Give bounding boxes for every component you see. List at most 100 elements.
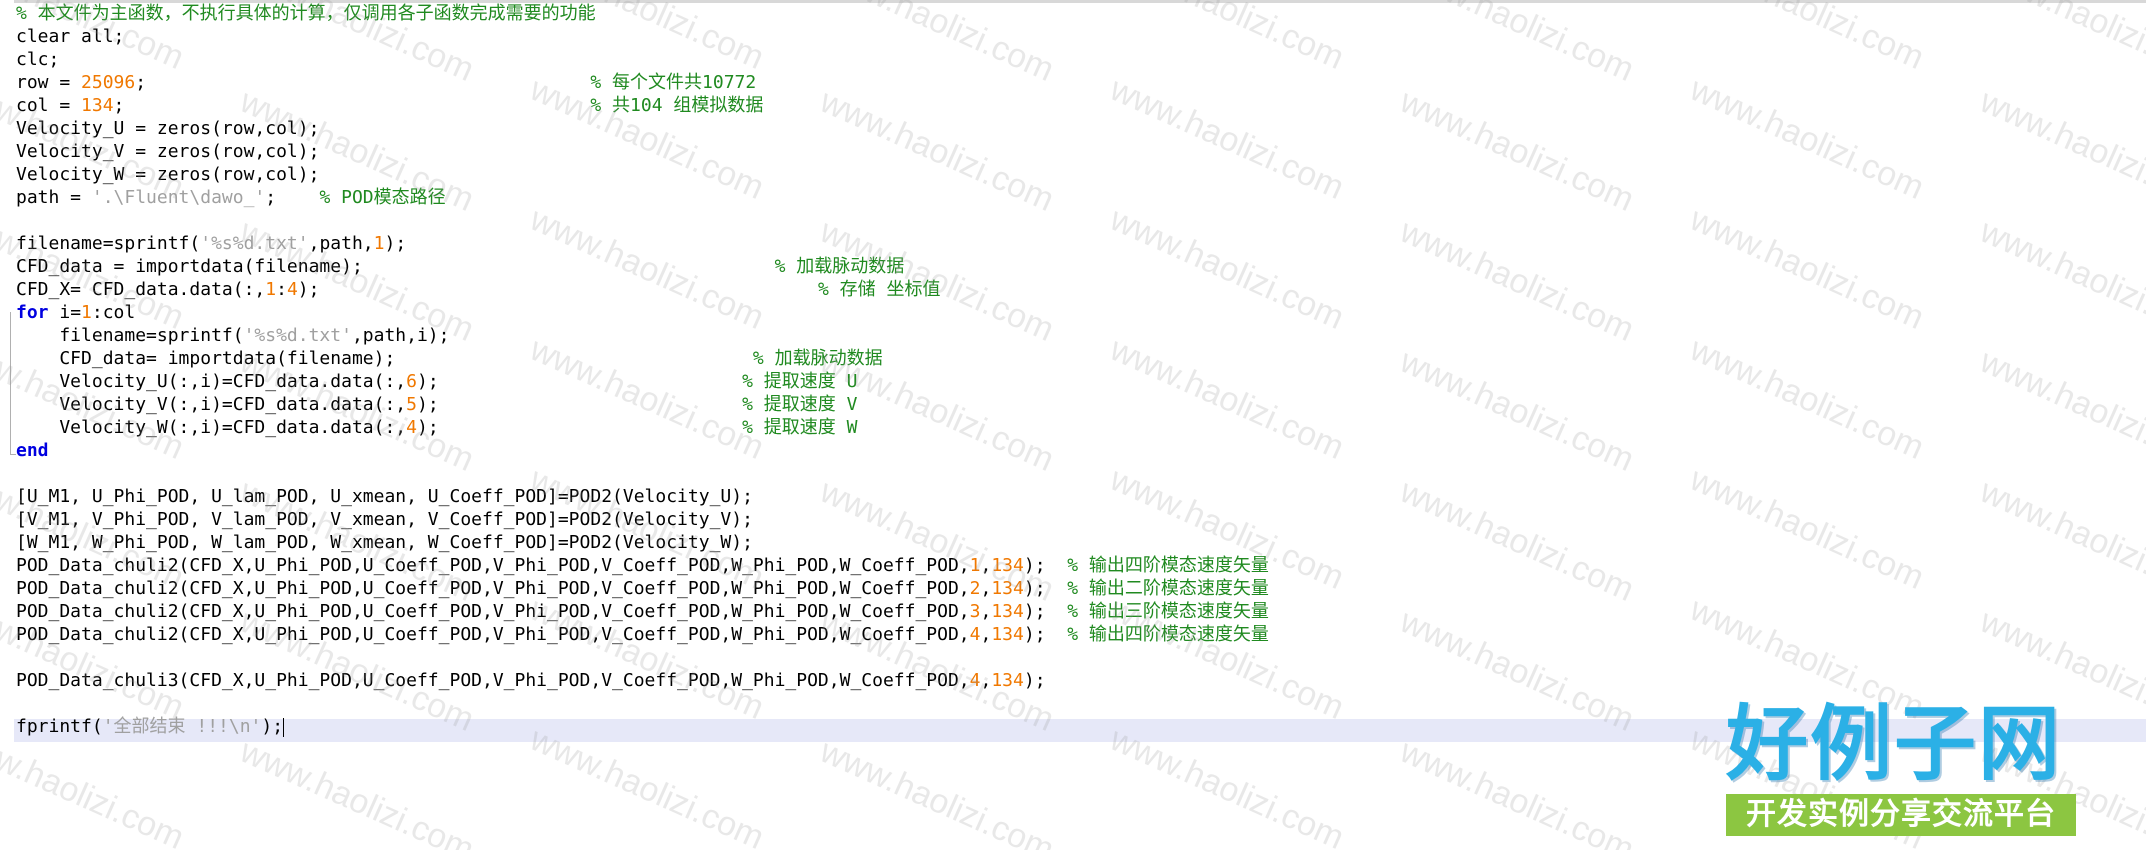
code-editor[interactable]: % 本文件为主函数，不执行具体的计算，仅调用各子函数完成需要的功能 clear a…	[0, 0, 2146, 850]
code-text: POD_Data_chuli2(CFD_X,U_Phi_POD,U_Coeff_…	[16, 555, 970, 576]
code-number: 134	[81, 95, 114, 116]
code-number: 1	[969, 555, 981, 576]
code-text: Velocity_U = zeros(row,col);	[16, 118, 320, 139]
code-line[interactable]: Velocity_W = zeros(row,col);	[16, 163, 1269, 186]
code-line[interactable]: clc;	[16, 48, 1269, 71]
code-comment: % 加载脉动数据	[752, 348, 883, 369]
code-number: 3	[969, 601, 981, 622]
code-number: 1	[265, 279, 277, 300]
code-text: ,	[980, 601, 992, 622]
code-line[interactable]	[16, 209, 1269, 232]
code-number: 134	[991, 624, 1024, 645]
watermark-text: www.haolizi.com	[1974, 342, 2146, 479]
code-comment: % 输出二阶模态速度矢量	[1067, 578, 1269, 599]
watermark-text: www.haolizi.com	[1394, 82, 1640, 219]
code-line[interactable]: path = '.\Fluent\dawo_'; % POD模态路径	[16, 186, 1269, 209]
code-text: ;	[135, 72, 591, 93]
watermark-text: www.haolizi.com	[1394, 212, 1640, 349]
code-number: 4	[406, 417, 417, 438]
code-number: 134	[991, 601, 1024, 622]
code-line[interactable]	[16, 646, 1269, 669]
code-line[interactable]: Velocity_W(:,i)=CFD_data.data(:,4); % 提取…	[16, 416, 1269, 439]
code-line[interactable]: filename=sprintf('%s%d.txt',path,1);	[16, 232, 1269, 255]
code-line[interactable]: CFD_data= importdata(filename); % 加载脉动数据	[16, 347, 1269, 370]
code-comment: % 加载脉动数据	[774, 256, 905, 277]
code-number: 1	[373, 233, 385, 254]
code-line[interactable]: end	[16, 439, 1269, 462]
code-line[interactable]: POD_Data_chuli2(CFD_X,U_Phi_POD,U_Coeff_…	[16, 554, 1269, 577]
code-text: [W_M1, W_Phi_POD, W_lam_POD, W_xmean, W_…	[16, 532, 753, 553]
code-line[interactable]: % 本文件为主函数，不执行具体的计算，仅调用各子函数完成需要的功能	[16, 2, 1269, 25]
code-text: CFD_data = importdata(filename);	[16, 256, 775, 277]
code-text: row =	[16, 72, 82, 93]
watermark-text: www.haolizi.com	[1974, 0, 2146, 89]
code-line[interactable]: col = 134; % 共104 组模拟数据	[16, 94, 1269, 117]
code-number: 6	[406, 371, 417, 392]
code-line[interactable]: POD_Data_chuli2(CFD_X,U_Phi_POD,U_Coeff_…	[16, 623, 1269, 646]
watermark-text: www.haolizi.com	[234, 732, 480, 850]
text-caret	[283, 717, 285, 737]
code-text: );	[1023, 601, 1068, 622]
watermark-text: www.haolizi.com	[1974, 472, 2146, 609]
code-line[interactable]: fprintf('全部结束 !!!\n');	[16, 715, 1269, 738]
code-text: fprintf(	[16, 716, 103, 737]
code-line[interactable]: row = 25096; % 每个文件共10772	[16, 71, 1269, 94]
watermark-text: www.haolizi.com	[1394, 732, 1640, 850]
code-line[interactable]	[16, 462, 1269, 485]
code-number: 134	[991, 555, 1024, 576]
code-comment: % 输出四阶模态速度矢量	[1067, 555, 1269, 576]
code-number: 25096	[81, 72, 136, 93]
code-text: Velocity_W = zeros(row,col);	[16, 164, 320, 185]
code-line[interactable]: clear all;	[16, 25, 1269, 48]
code-text: CFD_data= importdata(filename);	[16, 348, 753, 369]
code-line[interactable]: [U_M1, U_Phi_POD, U_lam_POD, U_xmean, U_…	[16, 485, 1269, 508]
code-comment: % 共104 组模拟数据	[590, 95, 764, 116]
code-text-area[interactable]: % 本文件为主函数，不执行具体的计算，仅调用各子函数完成需要的功能 clear a…	[16, 2, 1269, 738]
code-comment: % 输出三阶模态速度矢量	[1067, 601, 1269, 622]
editor-gutter	[0, 0, 16, 850]
code-number: 134	[991, 670, 1024, 691]
code-text: );	[1023, 578, 1068, 599]
watermark-text: www.haolizi.com	[1684, 460, 1930, 597]
code-number: 5	[406, 394, 417, 415]
code-string: '%s%d.txt'	[200, 233, 309, 254]
fold-marker-line[interactable]	[10, 312, 11, 454]
code-line[interactable]: for i=1:col	[16, 301, 1269, 324]
code-line[interactable]: [V_M1, V_Phi_POD, V_lam_POD, V_xmean, V_…	[16, 508, 1269, 531]
code-text: Velocity_W(:,i)=CFD_data.data(:,	[16, 417, 407, 438]
code-number: 2	[969, 578, 981, 599]
code-comment: % 提取速度 U	[742, 371, 858, 392]
code-line[interactable]: CFD_X= CFD_data.data(:,1:4); % 存储 坐标值	[16, 278, 1269, 301]
code-line[interactable]: filename=sprintf('%s%d.txt',path,i);	[16, 324, 1269, 347]
code-text: );	[261, 716, 284, 737]
code-comment: % 存储 坐标值	[817, 279, 941, 300]
watermark-text: www.haolizi.com	[1684, 0, 1930, 77]
code-line[interactable]: Velocity_U(:,i)=CFD_data.data(:,6); % 提取…	[16, 370, 1269, 393]
code-number: 134	[991, 578, 1024, 599]
code-line[interactable]: Velocity_V(:,i)=CFD_data.data(:,5); % 提取…	[16, 393, 1269, 416]
watermark-text: www.haolizi.com	[1684, 70, 1930, 207]
code-line[interactable]: Velocity_V = zeros(row,col);	[16, 140, 1269, 163]
code-text: [V_M1, V_Phi_POD, V_lam_POD, V_xmean, V_…	[16, 509, 753, 530]
code-line[interactable]: POD_Data_chuli2(CFD_X,U_Phi_POD,U_Coeff_…	[16, 577, 1269, 600]
logo-title: 好例子网	[1726, 700, 2063, 790]
code-line[interactable]: [W_M1, W_Phi_POD, W_lam_POD, W_xmean, W_…	[16, 531, 1269, 554]
code-line[interactable]: Velocity_U = zeros(row,col);	[16, 117, 1269, 140]
code-number: 4	[969, 670, 981, 691]
watermark-text: www.haolizi.com	[1394, 0, 1640, 89]
code-string: '%s%d.txt'	[243, 325, 352, 346]
code-line[interactable]: POD_Data_chuli3(CFD_X,U_Phi_POD,U_Coeff_…	[16, 669, 1269, 692]
code-text: ,	[980, 624, 992, 645]
code-text: filename=sprintf(	[16, 325, 244, 346]
code-text: );	[416, 371, 743, 392]
code-text: Velocity_U(:,i)=CFD_data.data(:,	[16, 371, 407, 392]
code-line[interactable]: POD_Data_chuli2(CFD_X,U_Phi_POD,U_Coeff_…	[16, 600, 1269, 623]
code-string: '全部结束 !!!\n'	[102, 716, 262, 737]
code-number: 4	[969, 624, 981, 645]
code-comment: % 每个文件共10772	[590, 72, 757, 93]
code-text: ,	[980, 555, 992, 576]
code-comment: % POD模态路径	[319, 187, 446, 208]
code-line[interactable]	[16, 692, 1269, 715]
code-text: ,path,	[308, 233, 374, 254]
code-line[interactable]: CFD_data = importdata(filename); % 加载脉动数…	[16, 255, 1269, 278]
